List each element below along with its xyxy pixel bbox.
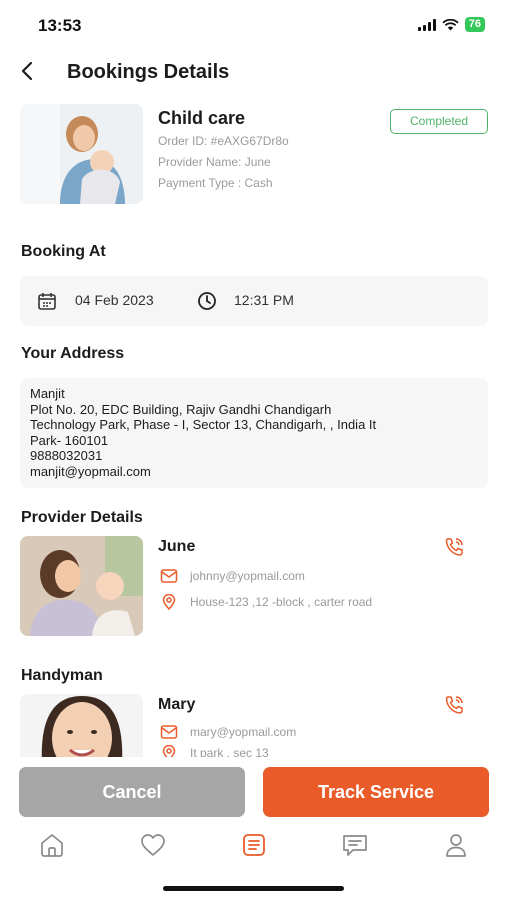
provider-email: johnny@yopmail.com	[190, 569, 305, 583]
tab-bar	[0, 822, 507, 862]
service-image	[20, 104, 143, 204]
chat-icon[interactable]	[340, 830, 370, 860]
home-icon[interactable]	[37, 830, 67, 860]
wifi-icon	[442, 18, 459, 30]
clock-icon	[198, 292, 216, 310]
action-bar: Cancel Track Service	[0, 757, 507, 827]
heart-icon[interactable]	[138, 830, 168, 860]
profile-icon[interactable]	[441, 830, 471, 860]
call-icon[interactable]	[443, 536, 465, 558]
booking-at-box: 04 Feb 2023 12:31 PM	[20, 276, 488, 326]
handyman-name: Mary	[158, 696, 196, 713]
back-arrow-icon[interactable]	[16, 58, 40, 84]
payment-type: Payment Type : Cash	[158, 176, 273, 190]
address-line: Manjit	[30, 386, 65, 401]
provider-name: Provider Name: June	[158, 155, 271, 169]
status-bar: 13:53 76	[0, 0, 507, 50]
track-service-button[interactable]: Track Service	[263, 767, 489, 817]
signal-icon	[417, 18, 436, 31]
mail-icon	[160, 569, 178, 583]
booking-time: 12:31 PM	[234, 292, 294, 308]
home-indicator	[163, 886, 344, 891]
handyman-email: mary@yopmail.com	[190, 725, 297, 739]
address-line: Technology Park, Phase - I, Sector 13, C…	[30, 417, 377, 432]
provider-details-title: Provider Details	[21, 509, 143, 526]
address-line: Park- 160101	[30, 432, 109, 448]
provider-avatar	[20, 536, 143, 636]
address-phone: 9888032031	[30, 448, 103, 463]
mail-icon	[160, 725, 178, 739]
provider-name: June	[158, 538, 196, 555]
address-title: Your Address	[21, 345, 125, 362]
header: Bookings Details	[0, 52, 507, 92]
handyman-title: Handyman	[21, 667, 103, 684]
booking-date: 04 Feb 2023	[75, 292, 154, 308]
status-time: 13:53	[38, 16, 82, 35]
cancel-button[interactable]: Cancel	[19, 767, 245, 817]
status-icons: 76	[417, 17, 485, 32]
status-badge: Completed	[390, 109, 488, 134]
provider-email-row: johnny@yopmail.com	[160, 568, 305, 584]
address-line: Plot No. 20, EDC Building, Rajiv Gandhi …	[30, 401, 332, 417]
service-title: Child care	[158, 108, 246, 128]
provider-location: House-123 ,12 -block , carter road	[190, 595, 373, 609]
handyman-email-row: mary@yopmail.com	[160, 724, 296, 740]
page-title: Bookings Details	[67, 61, 230, 83]
calendar-icon	[38, 293, 56, 310]
handyman-avatar	[20, 694, 143, 764]
address-email: manjit@yopmail.com	[30, 463, 151, 479]
order-id: Order ID: #eAXG67Dr8o	[158, 134, 289, 148]
location-pin-icon	[162, 594, 176, 610]
address-box: Manjit Plot No. 20, EDC Building, Rajiv …	[20, 378, 488, 488]
call-icon[interactable]	[443, 694, 465, 716]
booking-at-title: Booking At	[21, 243, 106, 260]
battery-icon: 76	[464, 17, 485, 32]
provider-location-row: House-123 ,12 -block , carter road	[160, 594, 372, 610]
bookings-icon[interactable]	[239, 830, 269, 860]
